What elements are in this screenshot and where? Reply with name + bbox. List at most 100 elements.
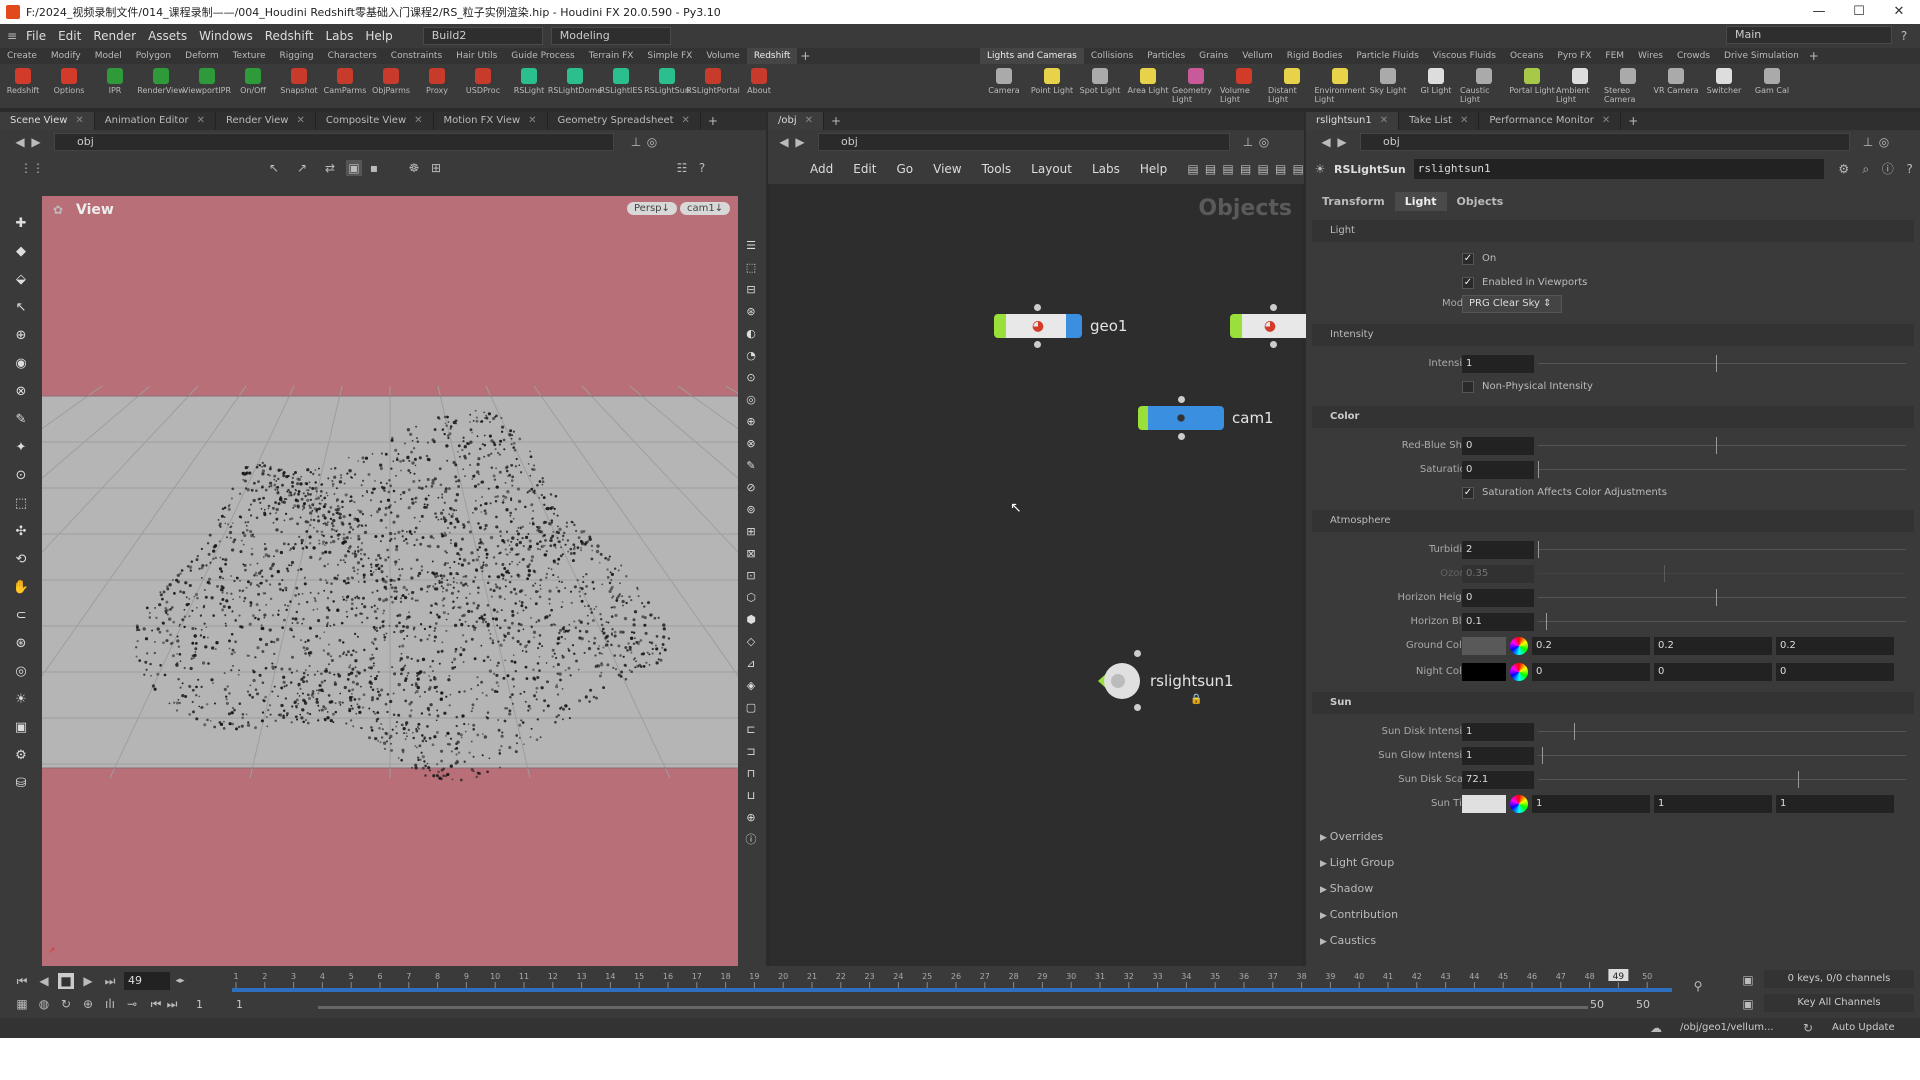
shelf-tool-geometry-light[interactable]: Geometry Light bbox=[1172, 64, 1220, 108]
lights-tool-icon[interactable]: ☀ bbox=[10, 688, 32, 710]
sun-tint-wheel-icon[interactable] bbox=[1510, 795, 1528, 813]
range-end-field[interactable]: 50 bbox=[1590, 998, 1604, 1011]
camera-tool-icon[interactable]: ⊛ bbox=[10, 632, 32, 654]
realtime-icon[interactable]: ▦ bbox=[14, 996, 30, 1012]
sun-disk-intensity-field[interactable]: 1 bbox=[1462, 723, 1534, 741]
range-start-field[interactable]: 1 bbox=[196, 998, 228, 1011]
parm-tab-light[interactable]: Light bbox=[1394, 191, 1447, 211]
shelf-tab-deform[interactable]: Deform bbox=[178, 48, 225, 64]
help-icon[interactable]: ? bbox=[1896, 28, 1912, 44]
pose-tool-icon[interactable]: ⊕ bbox=[10, 324, 32, 346]
desktop-dropdown[interactable]: Modeling bbox=[550, 27, 671, 45]
view-tool-icon[interactable]: ◎ bbox=[10, 660, 32, 682]
drag-tool-icon[interactable]: ⬚ bbox=[10, 492, 32, 514]
redblue-slider[interactable] bbox=[1538, 437, 1906, 454]
range-end2-field[interactable]: 50 bbox=[1636, 998, 1650, 1011]
waveform-icon[interactable]: ılı bbox=[102, 996, 118, 1012]
network-editor[interactable]: Objects ◕ geo1 ◕ ⏺ cam1 rslightsun1 🔒 ↖ bbox=[770, 184, 1310, 966]
net-tree-icon[interactable]: ▤ bbox=[1205, 161, 1217, 177]
net-list-icon[interactable]: ▤ bbox=[1222, 161, 1234, 177]
shelf-tool-on-off[interactable]: On/Off bbox=[230, 64, 276, 108]
display-tool-27-icon[interactable]: ⊕ bbox=[740, 806, 762, 828]
night-color-wheel-icon[interactable] bbox=[1510, 663, 1528, 681]
display-tool-18-icon[interactable]: ⬢ bbox=[740, 608, 762, 630]
display-tool-25-icon[interactable]: ⊓ bbox=[740, 762, 762, 784]
snap-icon[interactable]: ⇄ bbox=[322, 160, 338, 176]
display-tool-20-icon[interactable]: ⊿ bbox=[740, 652, 762, 674]
shelf-tab-vellum[interactable]: Vellum bbox=[1235, 48, 1279, 64]
add-tab-icon[interactable]: + bbox=[1625, 113, 1641, 129]
rotate-tool-icon[interactable]: ◆ bbox=[10, 240, 32, 262]
shelf-tool-camparms[interactable]: CamParms bbox=[322, 64, 368, 108]
shelf-tool-renderview[interactable]: RenderView bbox=[137, 64, 185, 108]
shelf-tab-polygon[interactable]: Polygon bbox=[129, 48, 178, 64]
shelf-tool-about[interactable]: About bbox=[736, 64, 782, 108]
tab-composite-view[interactable]: Composite View ✕ bbox=[316, 112, 434, 130]
nonphys-checkbox[interactable] bbox=[1462, 381, 1474, 393]
shelf-tab-constraints[interactable]: Constraints bbox=[384, 48, 449, 64]
view-gear-icon[interactable]: ✿ bbox=[50, 202, 66, 218]
shelf-tool-gam-cal[interactable]: Gam Cal bbox=[1748, 64, 1796, 108]
shelf-tab-hair-utils[interactable]: Hair Utils bbox=[449, 48, 504, 64]
shelf-tool-environment-light[interactable]: Environment Light bbox=[1314, 64, 1366, 108]
grid-menu-icon[interactable]: ⋮⋮ bbox=[20, 160, 44, 176]
node-name-field[interactable]: rslightsun1 bbox=[1413, 159, 1824, 179]
folder-overrides[interactable]: ▶ Overrides bbox=[1306, 824, 1920, 850]
tab-render-view[interactable]: Render View ✕ bbox=[216, 112, 316, 130]
audio-icon[interactable]: ◍ bbox=[36, 996, 52, 1012]
menu-help[interactable]: Help bbox=[359, 29, 398, 43]
display-tool-2-icon[interactable]: ⬚ bbox=[740, 256, 762, 278]
net-menu-help[interactable]: Help bbox=[1134, 162, 1173, 176]
frame-step-icon[interactable]: ◂▸ bbox=[172, 973, 188, 989]
ground-color-r[interactable]: 0.2 bbox=[1532, 637, 1650, 655]
net-split-icon[interactable]: ▤ bbox=[1275, 161, 1287, 177]
shelf-tab-rigging[interactable]: Rigging bbox=[273, 48, 321, 64]
display-tool-15-icon[interactable]: ⊠ bbox=[740, 542, 762, 564]
ground-color-g[interactable]: 0.2 bbox=[1654, 637, 1772, 655]
shelf-tab-simple-fx[interactable]: Simple FX bbox=[640, 48, 699, 64]
shelf-tool-point-light[interactable]: Point Light bbox=[1028, 64, 1076, 108]
main-desktop-dropdown[interactable]: Main bbox=[1726, 26, 1892, 44]
ghost-icon[interactable]: ▪ bbox=[366, 160, 382, 176]
shelf-tab-drive-simulation[interactable]: Drive Simulation bbox=[1717, 48, 1806, 64]
parm-path-field[interactable]: obj bbox=[1360, 133, 1850, 151]
horizon-blur-slider[interactable] bbox=[1538, 613, 1906, 630]
net-menu-labs[interactable]: Labs bbox=[1086, 162, 1126, 176]
scene-path-field[interactable]: obj bbox=[54, 133, 614, 151]
parm-back-icon[interactable]: ◀ bbox=[1318, 134, 1334, 150]
shelf-tool-vr-camera[interactable]: VR Camera bbox=[1652, 64, 1700, 108]
shelf-tool-proxy[interactable]: Proxy bbox=[414, 64, 460, 108]
select-tool-icon[interactable]: ↖ bbox=[10, 296, 32, 318]
magnet-tool-icon[interactable]: ⊂ bbox=[10, 604, 32, 626]
shelf-add-tab-icon[interactable]: + bbox=[1806, 48, 1822, 64]
horizon-height-field[interactable]: 0 bbox=[1462, 589, 1534, 607]
close-button[interactable]: ✕ bbox=[1876, 0, 1920, 24]
shelf-tab-viscous-fluids[interactable]: Viscous Fluids bbox=[1426, 48, 1503, 64]
frame-field[interactable]: 49 bbox=[124, 972, 170, 990]
shelf-add-tab-icon[interactable]: + bbox=[797, 48, 813, 64]
shelf-tool-options[interactable]: Options bbox=[46, 64, 92, 108]
shelf-tab-particles[interactable]: Particles bbox=[1140, 48, 1192, 64]
shelf-tab-guide-process[interactable]: Guide Process bbox=[504, 48, 581, 64]
shelf-tool-snapshot[interactable]: Snapshot bbox=[276, 64, 322, 108]
display-tool-11-icon[interactable]: ✎ bbox=[740, 454, 762, 476]
pin-icon[interactable]: ⊥ bbox=[628, 134, 644, 150]
snapshot-tool-icon[interactable]: ⛁ bbox=[10, 772, 32, 794]
saturation-field[interactable]: 0 bbox=[1462, 461, 1534, 479]
shelf-tab-volume[interactable]: Volume bbox=[699, 48, 746, 64]
shelf-tool-stereo-camera[interactable]: Stereo Camera bbox=[1604, 64, 1652, 108]
key-all-icon[interactable]: ▣ bbox=[1740, 996, 1756, 1012]
node-geo2[interactable]: ◕ bbox=[1230, 304, 1310, 348]
net-notes-icon[interactable]: ▤ bbox=[1292, 161, 1304, 177]
shelf-tool-volume-light[interactable]: Volume Light bbox=[1220, 64, 1268, 108]
shelf-tool-rslight[interactable]: RSLight bbox=[506, 64, 552, 108]
horizon-height-slider[interactable] bbox=[1538, 589, 1906, 606]
range-start-icon[interactable]: ⏮ bbox=[148, 996, 164, 1012]
sun-tint-b[interactable]: 1 bbox=[1776, 795, 1894, 813]
shelf-tab-crowds[interactable]: Crowds bbox=[1670, 48, 1717, 64]
refresh-icon[interactable]: ↻ bbox=[1800, 1020, 1816, 1036]
parm-pin-icon[interactable]: ⊥ bbox=[1860, 134, 1876, 150]
display-tool-4-icon[interactable]: ⊛ bbox=[740, 300, 762, 322]
display-tool-19-icon[interactable]: ◇ bbox=[740, 630, 762, 652]
menu-file[interactable]: File bbox=[20, 29, 52, 43]
